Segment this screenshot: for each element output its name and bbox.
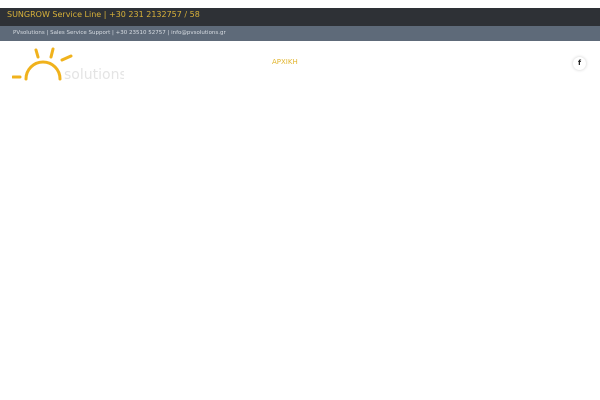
service-line-text: SUNGROW Service Line | +30 231 2132757 /… [7, 10, 200, 19]
sun-logo-icon: solutions [11, 47, 127, 83]
contact-bar: PVsolutions | Sales Service Support | +3… [0, 26, 600, 41]
service-line-bar: SUNGROW Service Line | +30 231 2132757 /… [0, 8, 600, 26]
site-logo[interactable]: solutions [11, 47, 127, 83]
top-gap [0, 0, 600, 8]
contact-text: PVsolutions | Sales Service Support | +3… [13, 30, 226, 36]
logo-text: solutions [64, 67, 124, 83]
facebook-icon[interactable]: f [573, 57, 586, 70]
nav-home-link[interactable]: ΑΡΧΙΚΗ [272, 58, 298, 66]
site-header: solutions ΑΡΧΙΚΗ f [0, 41, 600, 91]
